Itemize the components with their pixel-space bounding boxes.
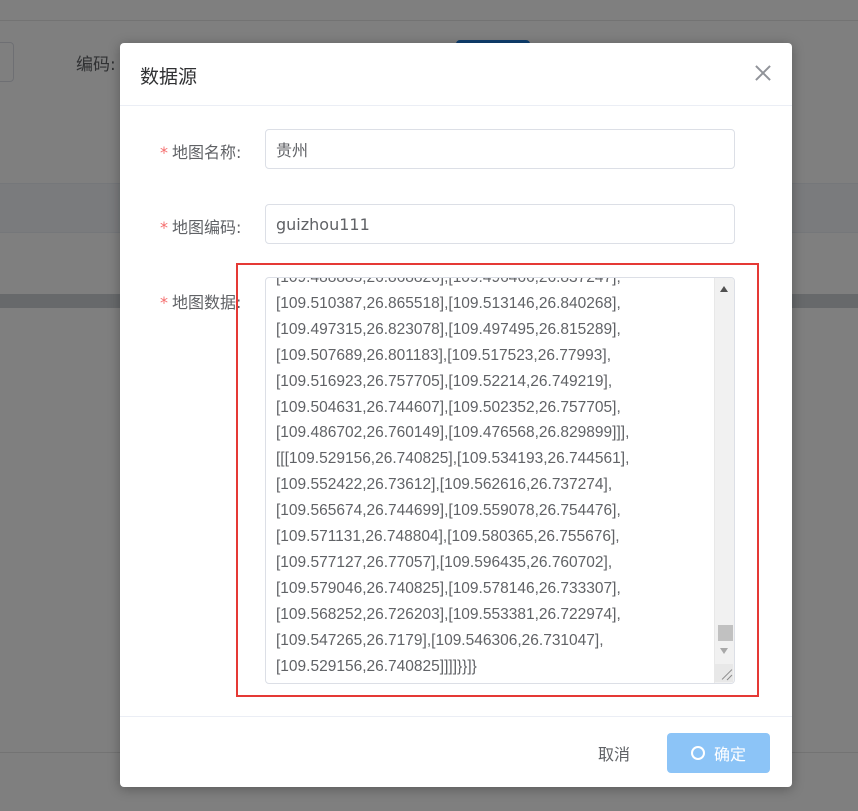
map-code-label-text: 地图编码: <box>172 218 242 237</box>
map-data-label: * 地图数据: <box>160 289 241 313</box>
map-data-textarea[interactable]: [109.488885,26.868826],[109.496466,26.83… <box>265 277 735 684</box>
textarea-scrollbar[interactable] <box>714 278 734 683</box>
scroll-up-arrow-icon[interactable] <box>720 286 728 292</box>
confirm-button[interactable]: 确定 <box>667 733 770 773</box>
map-code-input[interactable] <box>265 204 735 244</box>
required-mark: * <box>160 293 168 312</box>
map-code-label: * 地图编码: <box>160 214 241 238</box>
dialog-header: 数据源 <box>120 43 792 106</box>
confirm-button-label: 确定 <box>713 745 746 764</box>
map-data-text[interactable]: [109.488885,26.868826],[109.496466,26.83… <box>276 278 712 680</box>
map-name-label-text: 地图名称: <box>172 143 242 162</box>
dialog-footer: 取消 确定 <box>120 716 792 787</box>
dialog-title: 数据源 <box>140 66 198 88</box>
map-name-label: * 地图名称: <box>160 139 241 163</box>
required-mark: * <box>160 143 168 162</box>
scroll-down-arrow-icon[interactable] <box>720 648 728 654</box>
cancel-button[interactable]: 取消 <box>582 733 646 773</box>
datasource-dialog: 数据源 *地图名称: *地图编码: *地图数据: [109.488885,26.… <box>120 43 792 787</box>
loading-spinner-icon <box>690 746 705 760</box>
resize-handle-icon[interactable] <box>715 664 733 682</box>
map-name-input[interactable] <box>265 129 735 169</box>
map-data-label-text: 地图数据: <box>172 293 242 312</box>
close-icon[interactable] <box>754 64 772 82</box>
scroll-thumb[interactable] <box>718 625 733 641</box>
required-mark: * <box>160 218 168 237</box>
